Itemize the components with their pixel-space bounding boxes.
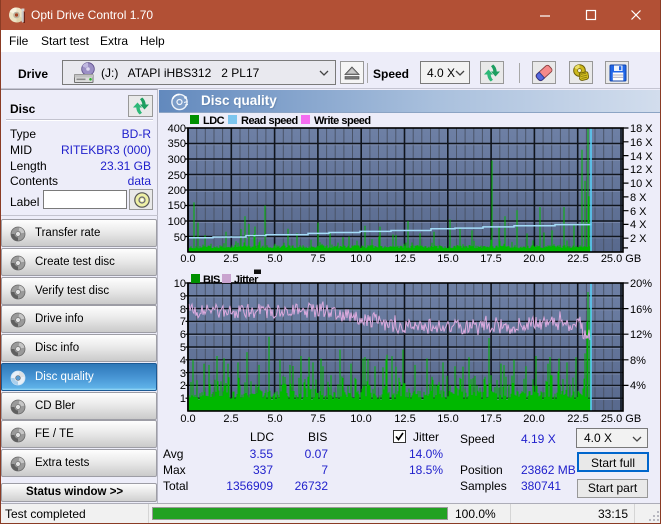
svg-text:4: 4	[180, 355, 186, 367]
svg-text:7.5: 7.5	[310, 413, 325, 425]
svg-text:4%: 4%	[630, 380, 646, 392]
svg-text:8: 8	[180, 304, 186, 316]
svg-text:250: 250	[168, 170, 186, 182]
svg-text:50: 50	[174, 232, 186, 244]
svg-text:BIS: BIS	[203, 274, 220, 286]
svg-text:2.5: 2.5	[223, 413, 238, 425]
svg-text:5.0: 5.0	[267, 413, 282, 425]
svg-text:20%: 20%	[630, 278, 652, 290]
svg-text:150: 150	[168, 200, 186, 212]
svg-text:8 X: 8 X	[630, 192, 647, 204]
svg-text:14 X: 14 X	[630, 151, 653, 163]
svg-text:6: 6	[180, 329, 186, 341]
svg-text:Read speed: Read speed	[241, 115, 298, 127]
svg-text:12 X: 12 X	[630, 164, 653, 176]
svg-text:6 X: 6 X	[630, 206, 647, 218]
svg-text:3: 3	[180, 368, 186, 380]
svg-text:20.0: 20.0	[523, 413, 544, 425]
svg-text:18 X: 18 X	[630, 123, 653, 135]
svg-text:16%: 16%	[630, 304, 652, 316]
svg-text:17.5: 17.5	[480, 253, 501, 265]
svg-text:9: 9	[180, 291, 186, 303]
svg-text:8%: 8%	[630, 355, 646, 367]
svg-text:400: 400	[168, 123, 186, 135]
svg-text:7: 7	[180, 316, 186, 328]
svg-text:17.5: 17.5	[480, 413, 501, 425]
svg-text:2: 2	[180, 380, 186, 392]
svg-text:7.5: 7.5	[310, 253, 325, 265]
svg-text:5: 5	[180, 342, 186, 354]
svg-text:0.0: 0.0	[180, 413, 195, 425]
svg-text:10.0: 10.0	[350, 253, 371, 265]
svg-text:15.0: 15.0	[437, 253, 458, 265]
svg-text:300: 300	[168, 154, 186, 166]
svg-text:0.0: 0.0	[180, 253, 195, 265]
svg-text:10: 10	[174, 278, 186, 290]
svg-text:22.5: 22.5	[567, 253, 588, 265]
svg-text:4 X: 4 X	[630, 219, 647, 231]
svg-text:25.0 GB: 25.0 GB	[601, 413, 641, 425]
svg-text:2.5: 2.5	[223, 253, 238, 265]
svg-text:12%: 12%	[630, 329, 652, 341]
svg-text:20.0: 20.0	[523, 253, 544, 265]
svg-text:Jitter: Jitter	[234, 274, 259, 286]
svg-text:2 X: 2 X	[630, 233, 647, 245]
svg-text:25.0 GB: 25.0 GB	[601, 253, 641, 265]
svg-text:350: 350	[168, 138, 186, 150]
svg-text:1: 1	[180, 393, 186, 405]
svg-text:22.5: 22.5	[567, 413, 588, 425]
svg-text:Write speed: Write speed	[314, 115, 371, 127]
svg-text:12.5: 12.5	[394, 253, 415, 265]
svg-text:10 X: 10 X	[630, 178, 653, 190]
svg-text:LDC: LDC	[203, 115, 225, 127]
svg-text:15.0: 15.0	[437, 413, 458, 425]
svg-text:100: 100	[168, 216, 186, 228]
svg-text:12.5: 12.5	[394, 413, 415, 425]
svg-text:200: 200	[168, 185, 186, 197]
svg-text:5.0: 5.0	[267, 253, 282, 265]
svg-text:10.0: 10.0	[350, 413, 371, 425]
svg-text:16 X: 16 X	[630, 137, 653, 149]
